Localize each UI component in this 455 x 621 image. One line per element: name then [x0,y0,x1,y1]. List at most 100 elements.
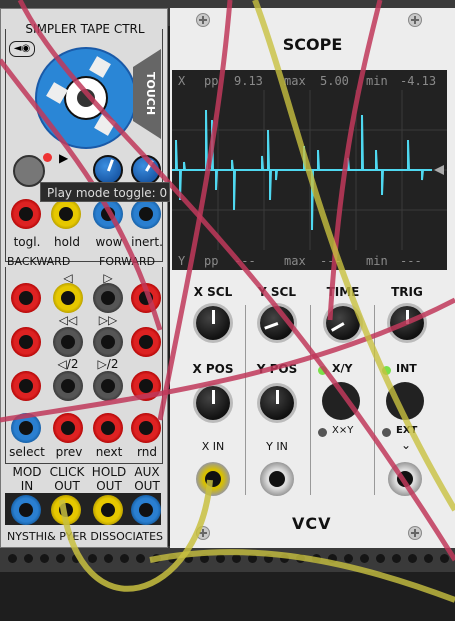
y-max-label: max [284,254,306,268]
fwd-fast-symbol: ▷▷ [98,313,118,327]
prev-jack[interactable] [53,413,83,443]
ext-trig-jack[interactable] [388,462,422,496]
fwd-play-jack-a[interactable] [93,283,123,313]
screw-top-left [196,13,210,27]
x-in-label: X IN [201,440,225,453]
rail-hole [152,554,161,563]
rail-hole [120,554,129,563]
rail-hole [88,554,97,563]
rail-hole [8,554,17,563]
rail-hole [200,554,209,563]
screw-bottom-right [408,526,422,540]
toggle-jack-label: togl. [13,235,41,249]
bottom-rail [0,546,455,572]
screw-top-right [408,13,422,27]
x-pos-label: X POS [192,362,234,376]
ext-arrow-icon: ⌄ [400,438,412,452]
mod-in-jack[interactable] [11,495,41,525]
rail-hole [136,554,145,563]
rail-hole [168,554,177,563]
fwd-play-jack-b[interactable] [131,283,161,313]
rail-hole [184,554,193,563]
x-max-value: 5.00 [320,74,349,88]
click-label-bottom: OUT [54,479,80,493]
trigger-source-button[interactable] [386,382,424,420]
tape-reel-icon[interactable] [35,47,137,149]
rail-hole [40,554,49,563]
rail-hole [104,554,113,563]
click-out-jack[interactable] [51,495,81,525]
hold-out-jack[interactable] [93,495,123,525]
wow-knob[interactable] [93,155,123,185]
fwd-fast-jack-b[interactable] [131,327,161,357]
rail-hole [56,554,65,563]
x-in-jack[interactable] [196,462,230,496]
back-play-jack-a[interactable] [11,283,41,313]
x-axis-label: X [178,74,186,88]
y-in-jack[interactable] [260,462,294,496]
rail-hole [360,554,369,563]
tooltip: Play mode toggle: 0 [40,182,170,202]
ext-label: EXT [396,425,418,436]
play-mode-icon[interactable]: ◄◉ [9,41,35,57]
time-knob[interactable] [326,306,360,340]
x-pp-label: pp [204,74,219,88]
y-pos-knob[interactable] [260,386,294,420]
y-in-label: Y IN [266,440,288,453]
fwd-half-jack-a[interactable] [93,371,123,401]
select-jack[interactable] [11,413,41,443]
rnd-jack[interactable] [131,413,161,443]
y-min-label: min [366,254,388,268]
xxy-label: X×Y [332,425,354,436]
scope-display: X pp 9.13 max 5.00 min -4.13 Y pp --- ma… [172,70,447,270]
back-fast-jack-a[interactable] [11,327,41,357]
waveform-trace [172,109,432,231]
rail-hole [24,554,33,563]
y-scale-label: Y SCL [258,285,296,299]
rail-hole [376,554,385,563]
back-half-jack-b[interactable] [53,371,83,401]
grid [172,90,447,250]
inertia-jack[interactable] [131,199,161,229]
rail-hole [440,554,449,563]
back-half-jack-a[interactable] [11,371,41,401]
xy-label: X/Y [332,362,353,375]
hold-jack[interactable] [51,199,81,229]
int-label: INT [396,362,417,375]
column-divider-1 [245,305,246,495]
fwd-fast-jack-a[interactable] [93,327,123,357]
rnd-label: rnd [137,445,157,459]
back-fast-jack-b[interactable] [53,327,83,357]
mod-label-bottom: IN [20,479,34,493]
rail-hole [216,554,225,563]
fwd-half-jack-b[interactable] [131,371,161,401]
x-pp-value: 9.13 [234,74,263,88]
trig-knob[interactable] [390,306,424,340]
rail-hole [392,554,401,563]
inertia-knob[interactable] [131,155,161,185]
back-play-jack-b[interactable] [53,283,83,313]
wow-jack[interactable] [93,199,123,229]
back-half-symbol: ◁/2 [57,357,79,371]
screw-bottom-left [196,526,210,540]
next-jack[interactable] [93,413,123,443]
hold-label-bottom: OUT [96,479,122,493]
y-max-value: --- [320,254,342,268]
simpler-tape-ctrl-module: SIMPLER TAPE CTRL ◄◉ TOUCH ▶ togl. hold … [0,8,168,548]
fwd-half-symbol: ▷/2 [97,357,119,371]
waveform-path [172,109,432,231]
aux-out-jack[interactable] [131,495,161,525]
y-scale-knob[interactable] [260,306,294,340]
toggle-jack[interactable] [11,199,41,229]
xy-mode-button[interactable] [322,382,360,420]
x-pos-knob[interactable] [196,386,230,420]
x-scale-knob[interactable] [196,306,230,340]
rail-hole [328,554,337,563]
rail-hole [408,554,417,563]
click-label-top: CLICK [49,465,85,479]
scope-title: SCOPE [282,35,343,54]
rail-hole [344,554,353,563]
select-label: select [9,445,45,459]
column-divider-2 [310,305,311,495]
rail-hole [424,554,433,563]
